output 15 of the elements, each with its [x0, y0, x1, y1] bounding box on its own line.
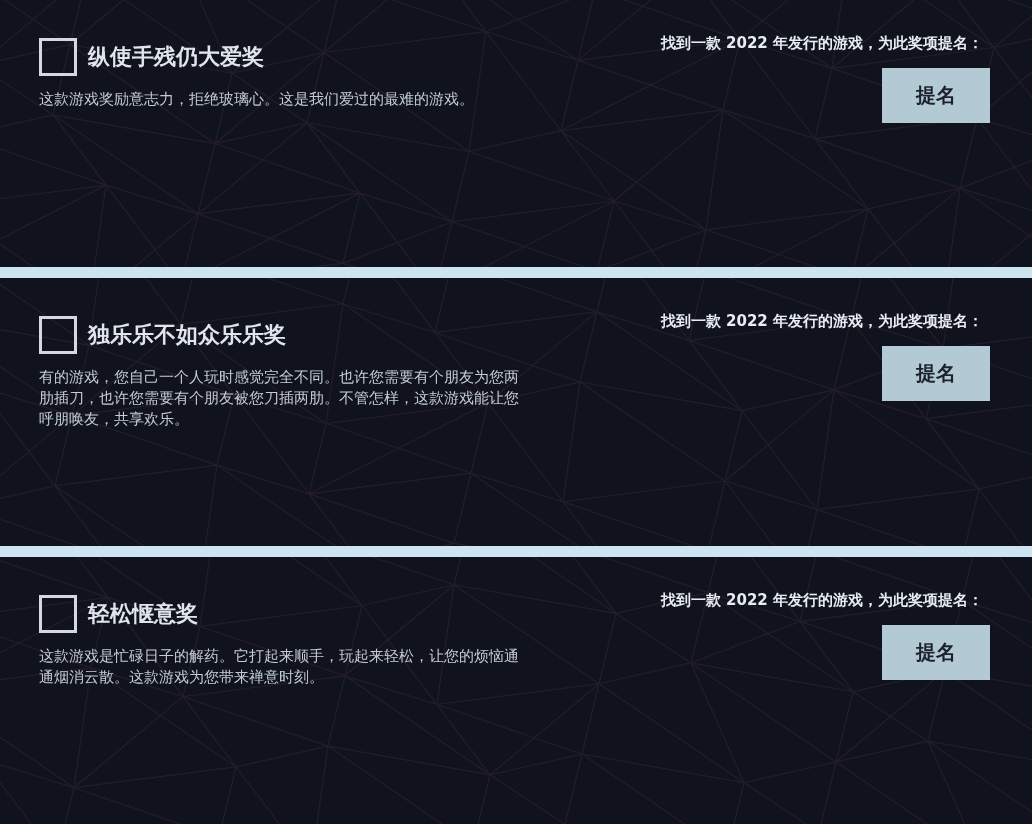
award-description: 这款游戏是忙碌日子的解药。它打起来顺手，玩起来轻松，让您的烦恼通通烟消云散。这款游戏为您带来禅意时刻。 — [39, 645, 520, 688]
nomination-prompt: 找到一款 2022 年发行的游戏，为此奖项提名： — [660, 34, 983, 52]
nominate-button[interactable]: 提名 — [882, 346, 990, 402]
award-description: 这款游戏奖励意志力，拒绝玻璃心。这是我们爱过的最难的游戏。 — [39, 89, 475, 110]
award-title: 独乐乐不如众乐乐奖 — [88, 321, 286, 350]
nominate-button[interactable]: 提名 — [882, 624, 990, 680]
award-description: 有的游戏，您自己一个人玩时感觉完全不同。也许您需要有个朋友为您两肋插刀，也许您需要有个朋友被您刀插两肋。不管怎样，这款游戏能让您呼朋唤友，共享欢乐。 — [39, 367, 520, 431]
award-title: 轻松惬意奖 — [88, 599, 198, 628]
nomination-prompt: 找到一款 2022 年发行的游戏，为此奖项提名： — [660, 312, 983, 331]
nomination-prompt: 找到一款 2022 年发行的游戏，为此奖项提名： — [660, 590, 983, 609]
checkbox[interactable] — [39, 38, 77, 76]
checkbox[interactable] — [39, 594, 77, 633]
checkbox[interactable] — [39, 316, 77, 355]
award-title: 纵使手残仍大爱奖 — [88, 43, 264, 71]
nominate-button[interactable]: 提名 — [882, 68, 990, 123]
